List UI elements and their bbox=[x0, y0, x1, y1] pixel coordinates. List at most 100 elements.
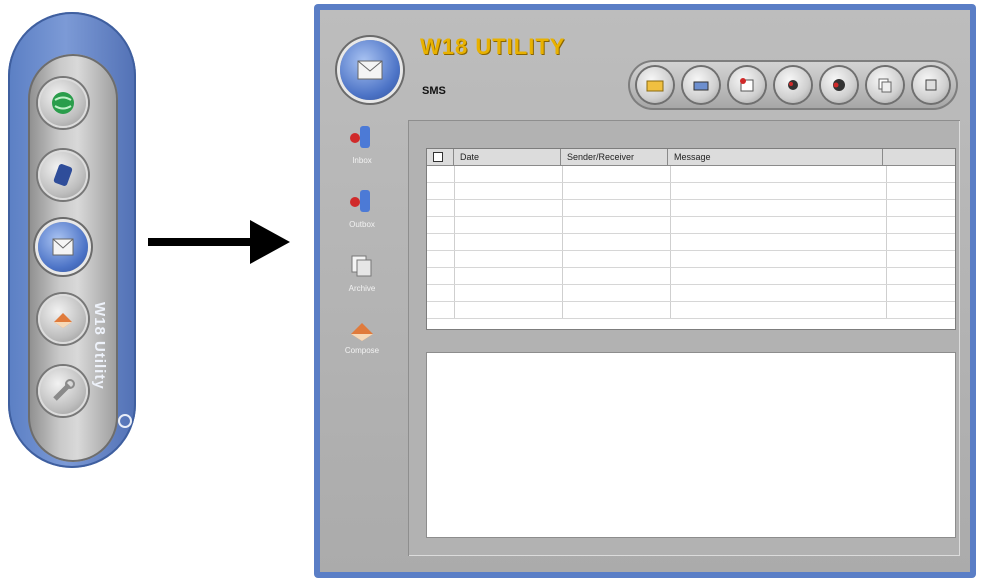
table-cell bbox=[671, 268, 887, 284]
reply-icon bbox=[788, 80, 798, 90]
phone-icon bbox=[53, 164, 73, 186]
table-cell bbox=[563, 183, 671, 199]
wrench-icon bbox=[53, 379, 75, 401]
table-cell bbox=[671, 200, 887, 216]
toolbar bbox=[628, 60, 958, 110]
table-cell bbox=[563, 302, 671, 318]
table-cell bbox=[427, 200, 455, 216]
envelope-icon bbox=[357, 60, 383, 80]
inbox-icon bbox=[350, 126, 370, 148]
launcher-button-tools[interactable] bbox=[38, 366, 88, 416]
column-date[interactable]: Date bbox=[454, 149, 561, 165]
arrow-line bbox=[148, 238, 253, 246]
nav-item-archive[interactable]: Archive bbox=[334, 250, 390, 306]
table-cell bbox=[455, 217, 563, 233]
app-title: W18 UTILITY bbox=[420, 34, 566, 59]
table-cell bbox=[427, 302, 455, 318]
printer-icon bbox=[693, 81, 709, 91]
table-cell bbox=[455, 166, 563, 182]
table-header: Date Sender/Receiver Message bbox=[427, 149, 955, 166]
table-cell bbox=[427, 166, 455, 182]
table-row[interactable] bbox=[427, 217, 955, 234]
table-cell bbox=[563, 251, 671, 267]
table-row[interactable] bbox=[427, 251, 955, 268]
table-cell bbox=[427, 183, 455, 199]
nav-item-label: Inbox bbox=[352, 156, 372, 165]
table-cell bbox=[671, 302, 887, 318]
launcher-button-phonebook[interactable] bbox=[38, 150, 88, 200]
launcher-bar: W18 Utility bbox=[8, 12, 136, 468]
eraser-icon bbox=[54, 313, 72, 328]
table-cell bbox=[455, 200, 563, 216]
table-cell bbox=[671, 183, 887, 199]
envelope-icon bbox=[52, 238, 74, 256]
table-cell bbox=[455, 302, 563, 318]
app-logo bbox=[340, 40, 400, 100]
copy-icon bbox=[878, 78, 892, 93]
table-cell bbox=[563, 268, 671, 284]
toolbar-reply-button[interactable] bbox=[775, 67, 811, 103]
column-message[interactable]: Message bbox=[668, 149, 883, 165]
page-title: SMS bbox=[422, 85, 446, 97]
table-cell bbox=[427, 217, 455, 233]
table-cell bbox=[427, 285, 455, 301]
table-cell bbox=[563, 234, 671, 250]
message-table: Date Sender/Receiver Message bbox=[426, 148, 956, 330]
table-cell bbox=[427, 234, 455, 250]
nav-item-label: Compose bbox=[344, 346, 380, 355]
table-cell bbox=[563, 200, 671, 216]
table-row[interactable] bbox=[427, 183, 955, 200]
toolbar-close-button[interactable] bbox=[913, 67, 949, 103]
select-all-checkbox[interactable] bbox=[427, 149, 454, 165]
forward-icon bbox=[833, 79, 845, 91]
arrow-head bbox=[250, 220, 290, 264]
table-cell bbox=[455, 268, 563, 284]
toolbar-new-button[interactable] bbox=[729, 67, 765, 103]
column-extra bbox=[883, 149, 955, 165]
table-row[interactable] bbox=[427, 234, 955, 251]
toolbar-copy-button[interactable] bbox=[867, 67, 903, 103]
launcher-button-sms[interactable] bbox=[38, 222, 88, 272]
nav-item-compose[interactable]: Compose bbox=[334, 316, 390, 372]
table-row[interactable] bbox=[427, 285, 955, 302]
table-cell bbox=[427, 268, 455, 284]
nav-item-outbox[interactable]: Outbox bbox=[334, 186, 390, 242]
table-row[interactable] bbox=[427, 302, 955, 319]
table-cell bbox=[671, 217, 887, 233]
launcher-close-icon[interactable] bbox=[118, 414, 132, 428]
launcher-inner bbox=[28, 54, 118, 462]
launcher-button-eraser[interactable] bbox=[38, 294, 88, 344]
table-cell bbox=[427, 251, 455, 267]
table-cell bbox=[563, 217, 671, 233]
new-message-icon bbox=[740, 78, 754, 92]
compose-icon bbox=[351, 323, 373, 341]
table-cell bbox=[455, 234, 563, 250]
table-row[interactable] bbox=[427, 200, 955, 217]
nav-item-label: Outbox bbox=[349, 220, 375, 229]
table-cell bbox=[455, 285, 563, 301]
table-cell bbox=[671, 251, 887, 267]
table-cell bbox=[671, 166, 887, 182]
content-panel: Date Sender/Receiver Message bbox=[408, 120, 960, 556]
toolbar-print-button[interactable] bbox=[683, 67, 719, 103]
archive-icon bbox=[351, 255, 372, 277]
message-preview[interactable] bbox=[426, 352, 956, 538]
table-cell bbox=[563, 285, 671, 301]
launcher-button-internet[interactable] bbox=[38, 78, 88, 128]
table-cell bbox=[455, 183, 563, 199]
table-rows bbox=[427, 166, 955, 319]
toolbar-folder-button[interactable] bbox=[637, 67, 673, 103]
nav-item-inbox[interactable]: Inbox bbox=[334, 122, 390, 178]
table-cell bbox=[455, 251, 563, 267]
table-cell bbox=[671, 234, 887, 250]
toolbar-forward-button[interactable] bbox=[821, 67, 857, 103]
column-sender-receiver[interactable]: Sender/Receiver bbox=[561, 149, 668, 165]
table-cell bbox=[671, 285, 887, 301]
globe-icon bbox=[52, 92, 74, 114]
table-row[interactable] bbox=[427, 268, 955, 285]
window-body: W18 UTILITY SMS Inbox Outbox Archive Com… bbox=[320, 10, 970, 572]
outbox-icon bbox=[350, 190, 370, 212]
nav-item-label: Archive bbox=[348, 284, 376, 293]
table-row[interactable] bbox=[427, 166, 955, 183]
launcher-label: W18 Utility bbox=[91, 302, 108, 390]
